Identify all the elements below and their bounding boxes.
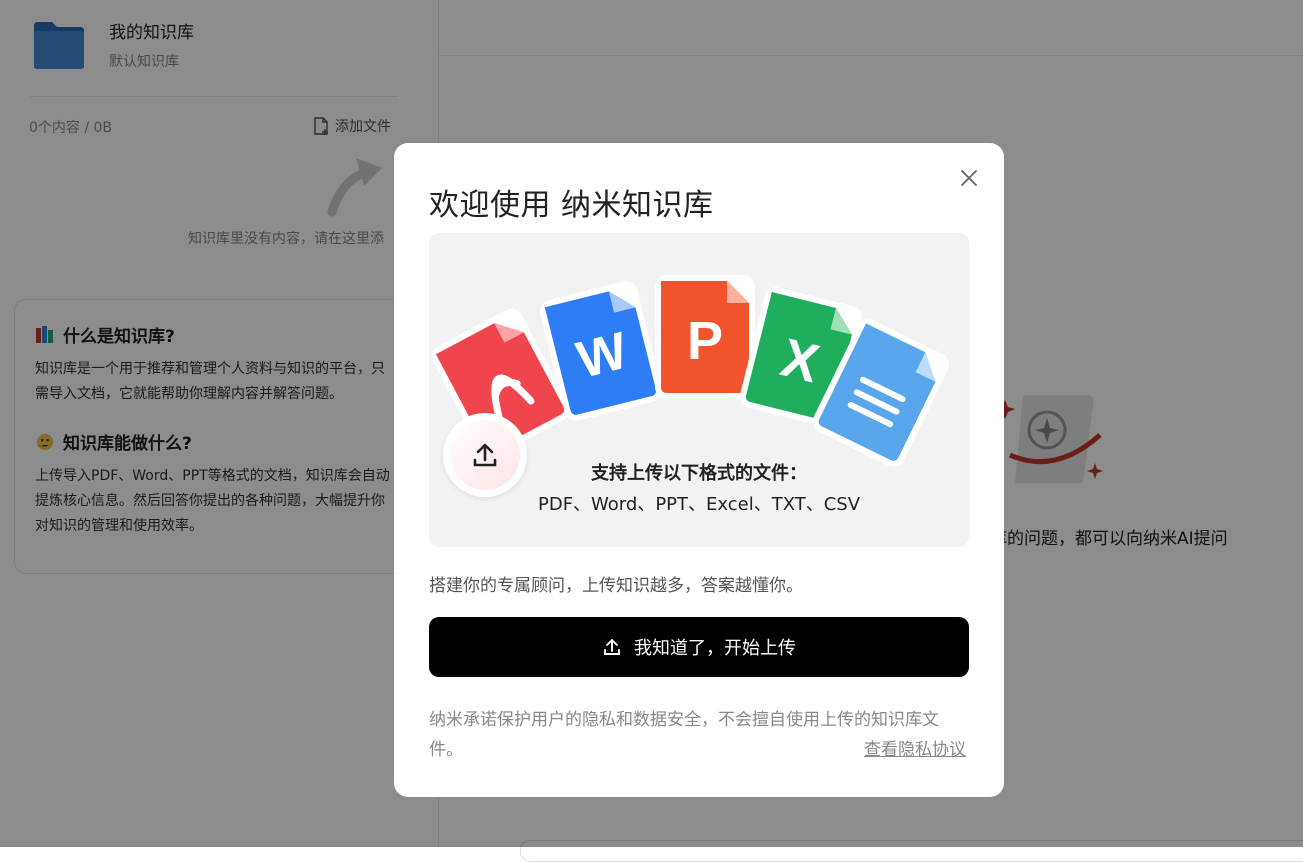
- formats-heading: 支持上传以下格式的文件：: [591, 463, 807, 484]
- formats-list: PDF、Word、PPT、Excel、TXT、CSV: [537, 494, 861, 515]
- welcome-modal: 欢迎使用 纳米知识库 W P X 支持上传以下格式的文件： PDF、Word、P…: [394, 143, 1004, 797]
- modal-title: 欢迎使用 纳米知识库: [429, 188, 714, 223]
- ppt-letter: P: [687, 311, 723, 371]
- ppt-icon: P: [655, 275, 755, 399]
- privacy-policy-link[interactable]: 查看隐私协议: [864, 735, 966, 765]
- modal-description: 搭建你的专属顾问，上传知识越多，答案越懂你。: [429, 576, 803, 596]
- upload-icon: [604, 639, 620, 655]
- start-upload-label: 我知道了，开始上传: [634, 638, 796, 659]
- start-upload-button[interactable]: 我知道了，开始上传: [429, 617, 969, 677]
- formats-panel: W P X 支持上传以下格式的文件： PDF、Word、PPT、Excel、TX…: [429, 233, 969, 547]
- close-icon[interactable]: [958, 167, 980, 189]
